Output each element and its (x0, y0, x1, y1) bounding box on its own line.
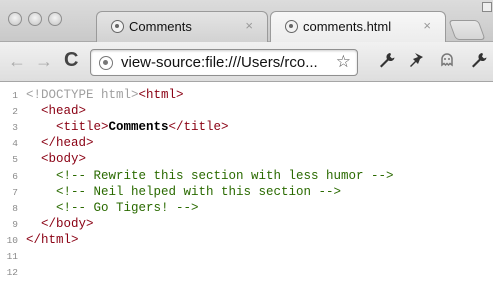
source-code: <body> (26, 152, 86, 166)
source-line: 1 <!DOCTYPE html><html> (0, 88, 493, 104)
line-number: 10 (6, 234, 18, 246)
source-line: 10 </html> (0, 233, 493, 249)
code-token: <head> (26, 104, 87, 119)
source-code: <!-- Neil helped with this section --> (26, 185, 341, 199)
tab-comments-html[interactable]: comments.html × (270, 11, 446, 43)
line-number: 11 (6, 251, 18, 262)
source-line: 4 </head> (0, 136, 493, 152)
tab-label: comments.html (303, 19, 392, 34)
code-token: <!DOCTYPE html> (26, 88, 139, 102)
source-code: </html> (26, 233, 79, 247)
code-token: <!-- Go Tigers! --> (26, 200, 199, 215)
source-code: <!-- Go Tigers! --> (26, 201, 199, 215)
line-number: 5 (12, 154, 18, 166)
tab-close-icon[interactable]: × (245, 18, 253, 33)
source-line: 2 <head> (0, 104, 493, 120)
zoom-window-button[interactable] (48, 12, 62, 26)
source-line: 7 <!-- Neil helped with this section --> (0, 185, 493, 201)
source-line: 8 <!-- Go Tigers! --> (0, 201, 493, 217)
code-token: </body> (26, 216, 94, 231)
tab-comments[interactable]: Comments × (96, 11, 268, 42)
page-icon (99, 56, 113, 70)
source-code: </body> (26, 217, 94, 231)
line-number: 4 (12, 138, 18, 150)
reload-button[interactable]: C (64, 49, 78, 72)
source-line: 3 <title>Comments</title> (0, 120, 493, 136)
source-line: 6 <!-- Rewrite this section with less hu… (0, 169, 493, 185)
source-code: </head> (26, 136, 94, 150)
line-number: 2 (12, 106, 18, 118)
source-code: <title>Comments</title> (26, 120, 229, 134)
source-code: <!DOCTYPE html><html> (26, 88, 184, 102)
code-token: <!-- Rewrite this section with less humo… (26, 168, 394, 183)
source-line: 11 (0, 249, 493, 265)
forward-button[interactable]: → (35, 51, 53, 72)
code-token: <body> (26, 152, 87, 167)
source-code: <head> (26, 104, 86, 118)
source-line: 12 (0, 265, 493, 281)
line-number: 6 (12, 170, 18, 182)
source-line: 5 <body> (0, 152, 493, 168)
pin-icon[interactable] (408, 51, 426, 74)
code-token: Comments (108, 120, 169, 135)
code-token: <!-- Neil helped with this section --> (26, 184, 342, 199)
line-number: 7 (12, 186, 18, 198)
line-number: 1 (12, 90, 18, 101)
line-number: 3 (12, 122, 18, 134)
tab-label: Comments (129, 19, 192, 34)
bookmark-star-icon[interactable]: ☆ (336, 52, 351, 72)
close-window-button[interactable] (8, 12, 22, 26)
code-token: </html> (26, 232, 79, 247)
code-token: </head> (26, 136, 94, 151)
line-number: 12 (6, 267, 18, 279)
line-number: 9 (12, 218, 18, 230)
source-code: <!-- Rewrite this section with less humo… (26, 169, 394, 183)
new-tab-button[interactable] (448, 20, 486, 40)
source-line: 9 </body> (0, 217, 493, 233)
browser-toolbar: ← → C view-source:file:///Users/rco... ☆ (0, 42, 493, 82)
minimize-window-button[interactable] (28, 12, 42, 26)
extension-icon[interactable] (438, 51, 456, 74)
address-bar[interactable]: view-source:file:///Users/rco... ☆ (90, 49, 358, 76)
page-icon (285, 20, 298, 33)
line-number: 8 (12, 202, 18, 214)
tab-strip: Comments × comments.html × (0, 0, 493, 43)
wrench-icon[interactable] (378, 51, 396, 74)
back-button[interactable]: ← (8, 51, 26, 72)
code-token: </title> (168, 120, 229, 135)
page-icon (111, 20, 124, 33)
settings-wrench-icon[interactable] (470, 51, 488, 74)
code-token: <title> (26, 120, 109, 135)
source-view: 1 <!DOCTYPE html><html> 2 <head> 3 <title>C… (0, 83, 493, 288)
address-url[interactable]: view-source:file:///Users/rco... (121, 54, 318, 71)
code-token: <html> (138, 88, 184, 102)
fullscreen-icon[interactable] (482, 2, 492, 12)
tab-close-icon[interactable]: × (423, 18, 431, 33)
